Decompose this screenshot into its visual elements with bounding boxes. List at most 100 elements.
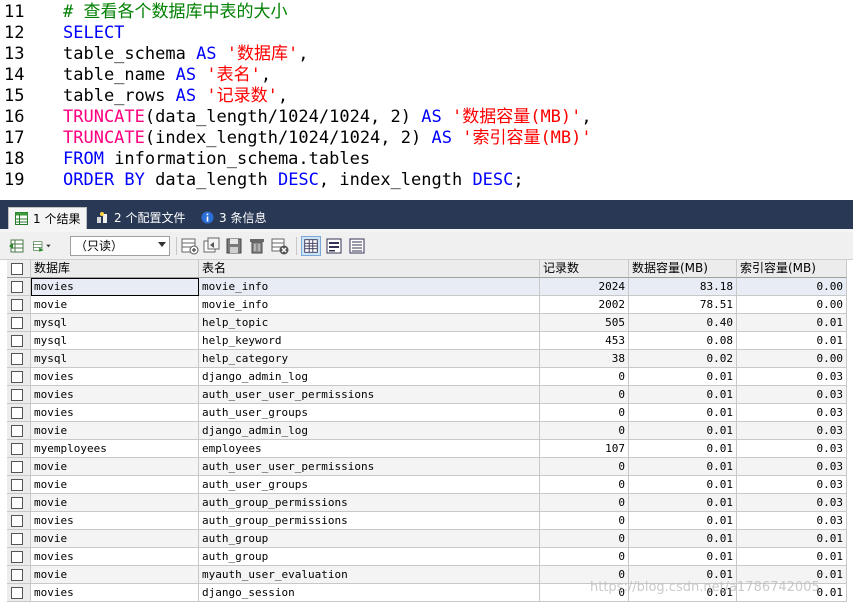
- cell-schema[interactable]: movie: [31, 530, 199, 548]
- row-checkbox[interactable]: [11, 587, 23, 599]
- results-grid[interactable]: 数据库 表名 记录数 数据容量(MB) 索引容量(MB) movies movie…: [7, 260, 853, 607]
- cell-row-count[interactable]: 0: [540, 512, 629, 530]
- cell-schema[interactable]: movie: [31, 494, 199, 512]
- row-checkbox[interactable]: [11, 551, 23, 563]
- row-select-cell[interactable]: [7, 350, 31, 368]
- table-row[interactable]: movie auth_user_groups 0 0.01 0.03: [7, 476, 853, 494]
- code-line[interactable]: 18 FROM information_schema.tables: [0, 149, 853, 170]
- code-line[interactable]: 13 table_schema AS '数据库',: [0, 44, 853, 65]
- cell-row-count[interactable]: 0: [540, 458, 629, 476]
- cell-schema[interactable]: movies: [31, 368, 199, 386]
- cell-table-name[interactable]: django_admin_log: [199, 422, 540, 440]
- row-checkbox[interactable]: [11, 353, 23, 365]
- table-row[interactable]: movie auth_group 0 0.01 0.01: [7, 530, 853, 548]
- cell-table-name[interactable]: auth_group: [199, 530, 540, 548]
- row-checkbox[interactable]: [11, 461, 23, 473]
- row-select-cell[interactable]: [7, 440, 31, 458]
- save-icon[interactable]: [224, 236, 244, 256]
- row-checkbox[interactable]: [11, 533, 23, 545]
- cell-row-count[interactable]: 0: [540, 548, 629, 566]
- text-view-icon[interactable]: [347, 236, 367, 256]
- row-checkbox[interactable]: [11, 299, 23, 311]
- grid-view-icon[interactable]: [301, 236, 321, 256]
- cell-schema[interactable]: movies: [31, 386, 199, 404]
- table-row[interactable]: movies auth_group 0 0.01 0.01: [7, 548, 853, 566]
- cell-index-size[interactable]: 0.03: [737, 404, 847, 422]
- cell-schema[interactable]: mysql: [31, 350, 199, 368]
- code-line[interactable]: 16 TRUNCATE(data_length/1024/1024, 2) AS …: [0, 107, 853, 128]
- table-row[interactable]: movies auth_group_permissions 0 0.01 0.03: [7, 512, 853, 530]
- cell-row-count[interactable]: 0: [540, 368, 629, 386]
- cell-schema[interactable]: movie: [31, 296, 199, 314]
- cell-table-name[interactable]: auth_group_permissions: [199, 494, 540, 512]
- column-header-index-size[interactable]: 索引容量(MB): [737, 260, 847, 278]
- row-checkbox[interactable]: [11, 479, 23, 491]
- cell-row-count[interactable]: 453: [540, 332, 629, 350]
- cell-index-size[interactable]: 0.01: [737, 314, 847, 332]
- row-select-cell[interactable]: [7, 584, 31, 602]
- row-select-cell[interactable]: [7, 296, 31, 314]
- delete-row-icon[interactable]: [247, 236, 267, 256]
- cell-index-size[interactable]: 0.01: [737, 332, 847, 350]
- cell-data-size[interactable]: 0.01: [629, 440, 737, 458]
- cell-schema[interactable]: mysql: [31, 332, 199, 350]
- row-checkbox[interactable]: [11, 425, 23, 437]
- code-line[interactable]: 19 ORDER BY data_length DESC, index_lengt…: [0, 170, 853, 191]
- export-grid-icon[interactable]: [8, 236, 28, 256]
- cell-data-size[interactable]: 0.01: [629, 386, 737, 404]
- cell-data-size[interactable]: 0.01: [629, 494, 737, 512]
- cell-schema[interactable]: movie: [31, 422, 199, 440]
- cell-schema[interactable]: movies: [31, 278, 199, 296]
- row-select-cell[interactable]: [7, 422, 31, 440]
- import-dropdown-icon[interactable]: [32, 236, 52, 256]
- cell-table-name[interactable]: django_admin_log: [199, 368, 540, 386]
- add-row-icon[interactable]: [180, 236, 200, 256]
- cell-table-name[interactable]: auth_user_groups: [199, 476, 540, 494]
- column-header-data-size[interactable]: 数据容量(MB): [629, 260, 737, 278]
- cell-row-count[interactable]: 2024: [540, 278, 629, 296]
- row-select-cell[interactable]: [7, 458, 31, 476]
- column-header-schema[interactable]: 数据库: [31, 260, 199, 278]
- table-row[interactable]: movies auth_user_user_permissions 0 0.01 0.0…: [7, 386, 853, 404]
- row-select-cell[interactable]: [7, 566, 31, 584]
- row-select-cell[interactable]: [7, 314, 31, 332]
- readonly-mode-select[interactable]: （只读）: [70, 236, 170, 256]
- cell-row-count[interactable]: 38: [540, 350, 629, 368]
- row-select-cell[interactable]: [7, 476, 31, 494]
- cell-schema[interactable]: movies: [31, 404, 199, 422]
- cell-table-name[interactable]: employees: [199, 440, 540, 458]
- cell-data-size[interactable]: 0.40: [629, 314, 737, 332]
- cell-row-count[interactable]: 0: [540, 530, 629, 548]
- cell-data-size[interactable]: 0.02: [629, 350, 737, 368]
- cell-data-size[interactable]: 78.51: [629, 296, 737, 314]
- cell-data-size[interactable]: 0.01: [629, 476, 737, 494]
- table-row[interactable]: mysql help_keyword 453 0.08 0.01: [7, 332, 853, 350]
- cell-row-count[interactable]: 0: [540, 476, 629, 494]
- cell-data-size[interactable]: 0.01: [629, 530, 737, 548]
- row-checkbox[interactable]: [11, 389, 23, 401]
- cell-table-name[interactable]: movie_info: [199, 296, 540, 314]
- cell-row-count[interactable]: 0: [540, 404, 629, 422]
- row-select-cell[interactable]: [7, 404, 31, 422]
- code-line[interactable]: 14 table_name AS '表名',: [0, 65, 853, 86]
- cancel-changes-icon[interactable]: [270, 236, 290, 256]
- cell-schema[interactable]: myemployees: [31, 440, 199, 458]
- table-row[interactable]: mysql help_topic 505 0.40 0.01: [7, 314, 853, 332]
- row-select-cell[interactable]: [7, 512, 31, 530]
- cell-table-name[interactable]: help_topic: [199, 314, 540, 332]
- cell-schema[interactable]: movie: [31, 458, 199, 476]
- cell-index-size[interactable]: 0.01: [737, 548, 847, 566]
- cell-row-count[interactable]: 505: [540, 314, 629, 332]
- duplicate-row-icon[interactable]: [202, 236, 222, 256]
- cell-data-size[interactable]: 0.01: [629, 458, 737, 476]
- cell-index-size[interactable]: 0.03: [737, 458, 847, 476]
- code-line[interactable]: 12 SELECT: [0, 23, 853, 44]
- row-checkbox[interactable]: [11, 497, 23, 509]
- column-header-table-name[interactable]: 表名: [199, 260, 540, 278]
- row-checkbox[interactable]: [11, 569, 23, 581]
- cell-schema[interactable]: mysql: [31, 314, 199, 332]
- cell-schema[interactable]: movie: [31, 566, 199, 584]
- row-select-cell[interactable]: [7, 494, 31, 512]
- row-checkbox[interactable]: [11, 407, 23, 419]
- table-row[interactable]: movie movie_info 2002 78.51 0.00: [7, 296, 853, 314]
